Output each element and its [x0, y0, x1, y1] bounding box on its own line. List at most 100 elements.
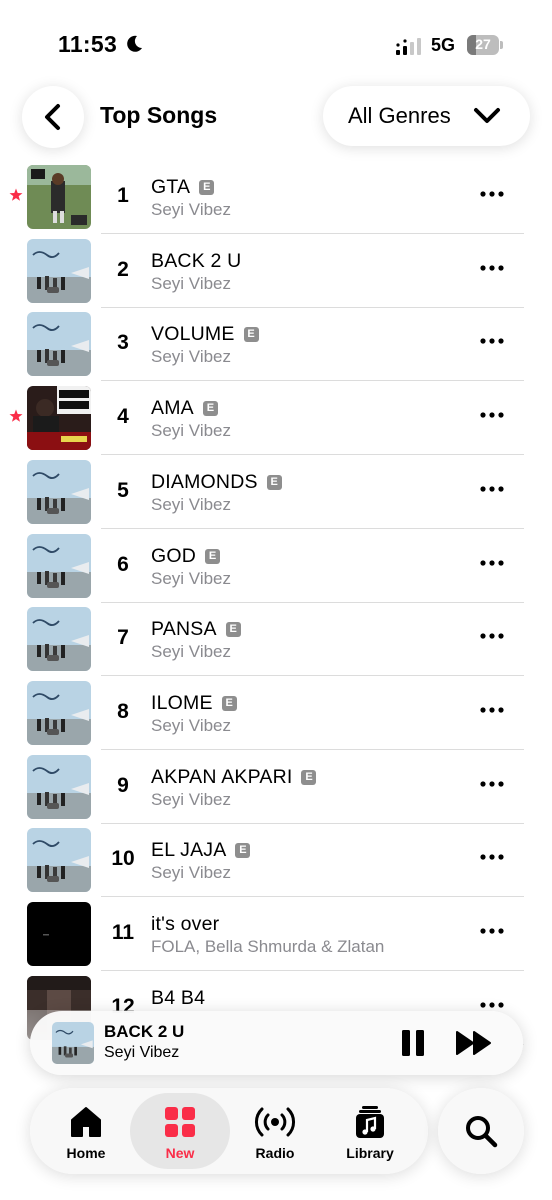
explicit-badge: E — [266, 474, 282, 490]
tab-new-label: New — [165, 1145, 195, 1161]
song-rank: 4 — [117, 405, 129, 429]
song-rank: 7 — [117, 626, 129, 650]
home-icon — [71, 1107, 101, 1137]
song-row[interactable]: 6 GOD E Seyi Vibez — [0, 529, 552, 603]
explicit-badge: E — [205, 548, 221, 564]
new-grid-icon — [165, 1107, 195, 1137]
explicit-badge: E — [235, 843, 251, 859]
more-options-icon[interactable] — [480, 927, 504, 935]
album-artwork[interactable] — [27, 607, 91, 672]
back-button[interactable] — [22, 86, 84, 148]
explicit-badge: E — [225, 622, 241, 638]
status-time: 11:53 — [58, 31, 118, 57]
song-artist: Seyi Vibez — [151, 863, 232, 883]
song-title: GOD — [151, 544, 197, 567]
album-artwork[interactable] — [27, 459, 91, 524]
song-rank: 10 — [111, 847, 135, 871]
album-artwork[interactable] — [27, 238, 91, 303]
tab-library[interactable]: Library — [320, 1093, 420, 1169]
search-button[interactable] — [438, 1088, 524, 1174]
song-title: ILOME — [151, 691, 213, 714]
star-icon — [9, 409, 23, 422]
more-options-icon[interactable] — [480, 190, 504, 198]
status-bar: 11:53 5G 27 — [0, 0, 552, 90]
more-options-icon[interactable] — [480, 1001, 504, 1009]
album-artwork[interactable] — [27, 312, 91, 377]
song-title-line: it's over — [151, 913, 219, 936]
album-artwork[interactable] — [27, 533, 91, 598]
more-options-icon[interactable] — [480, 337, 504, 345]
library-icon — [356, 1106, 384, 1138]
song-title-line: BACK 2 U — [151, 250, 241, 273]
song-rank: 1 — [117, 184, 129, 207]
song-row[interactable]: 7 PANSA E Seyi Vibez — [0, 602, 552, 677]
battery-percent: 27 — [475, 36, 491, 52]
song-title-line: ILOME E — [151, 692, 237, 715]
song-rank: 3 — [117, 331, 129, 355]
pause-icon[interactable] — [399, 1028, 427, 1058]
song-row[interactable]: 4 AMA E Seyi Vibez — [0, 381, 552, 456]
explicit-badge: E — [221, 695, 237, 711]
tab-library-label: Library — [346, 1145, 394, 1161]
more-options-icon[interactable] — [480, 485, 504, 493]
tab-radio-label: Radio — [255, 1145, 295, 1161]
tab-home-label: Home — [66, 1145, 106, 1161]
more-options-icon[interactable] — [480, 632, 504, 640]
signal-icon — [396, 38, 421, 55]
more-options-icon[interactable] — [480, 411, 504, 419]
star-icon — [9, 188, 23, 201]
song-row[interactable]: 10 EL JAJA E Seyi Vibez — [0, 823, 552, 898]
song-row[interactable]: 1 GTA E Seyi Vibez — [0, 160, 552, 234]
song-title-line: VOLUME E — [151, 323, 259, 346]
song-title-line: DIAMONDS E — [151, 471, 282, 494]
song-title: VOLUME — [151, 323, 235, 346]
song-row[interactable]: 3 VOLUME E Seyi Vibez — [0, 307, 552, 382]
album-artwork[interactable] — [27, 902, 91, 966]
song-rank: 5 — [117, 478, 129, 502]
more-options-icon[interactable] — [480, 853, 504, 861]
more-options-icon[interactable] — [480, 780, 504, 788]
song-title-line: AMA E — [151, 397, 218, 420]
song-artist: Seyi Vibez — [151, 273, 232, 293]
song-artist: Seyi Vibez — [151, 568, 232, 588]
more-options-icon[interactable] — [480, 559, 504, 567]
fast-forward-icon[interactable] — [455, 1030, 493, 1056]
page-title: Top Songs — [100, 102, 218, 128]
song-title: GTA — [151, 176, 191, 198]
song-title: B4 B4 — [151, 986, 206, 1009]
song-rank: 2 — [117, 257, 129, 281]
moon-icon — [127, 35, 142, 52]
song-artist: Seyi Vibez — [151, 200, 232, 219]
radio-icon — [255, 1107, 295, 1137]
album-artwork[interactable] — [27, 754, 91, 819]
song-title: AMA — [151, 397, 194, 420]
more-options-icon[interactable] — [480, 264, 504, 272]
genre-dropdown[interactable]: All Genres — [323, 86, 530, 146]
song-artist: Seyi Vibez — [151, 642, 232, 662]
album-artwork[interactable] — [27, 828, 91, 893]
song-title: PANSA — [151, 618, 217, 641]
song-title-line: GOD E — [151, 544, 221, 568]
genre-label: All Genres — [348, 103, 451, 128]
more-options-icon[interactable] — [480, 706, 504, 714]
song-row[interactable]: 8 ILOME E Seyi Vibez — [0, 676, 552, 750]
tab-new[interactable]: New — [130, 1093, 230, 1169]
explicit-badge: E — [301, 769, 317, 785]
tab-home[interactable]: Home — [36, 1093, 136, 1169]
song-row[interactable]: 9 AKPAN AKPARI E Seyi Vibez — [0, 750, 552, 824]
album-artwork[interactable] — [27, 680, 91, 745]
battery-icon: 27 — [467, 35, 503, 55]
song-row[interactable]: 5 DIAMONDS E Seyi Vibez — [0, 455, 552, 529]
now-playing-artwork — [52, 1022, 94, 1064]
album-artwork[interactable] — [27, 165, 91, 229]
album-artwork[interactable] — [27, 386, 91, 451]
song-title-line: PANSA E — [151, 618, 241, 641]
tab-radio[interactable]: Radio — [225, 1093, 325, 1169]
search-icon — [466, 1116, 498, 1148]
mini-player[interactable]: BACK 2 U Seyi Vibez — [30, 1011, 523, 1075]
song-row[interactable]: 11 it's over FOLA, Bella Shmurda & Zlatan — [0, 897, 552, 971]
song-title-line: AKPAN AKPARI E — [151, 766, 317, 789]
now-playing-artist: Seyi Vibez — [104, 1044, 180, 1061]
now-playing-title: BACK 2 U — [104, 1022, 185, 1041]
song-row[interactable]: 2 BACK 2 U Seyi Vibez — [0, 234, 552, 308]
